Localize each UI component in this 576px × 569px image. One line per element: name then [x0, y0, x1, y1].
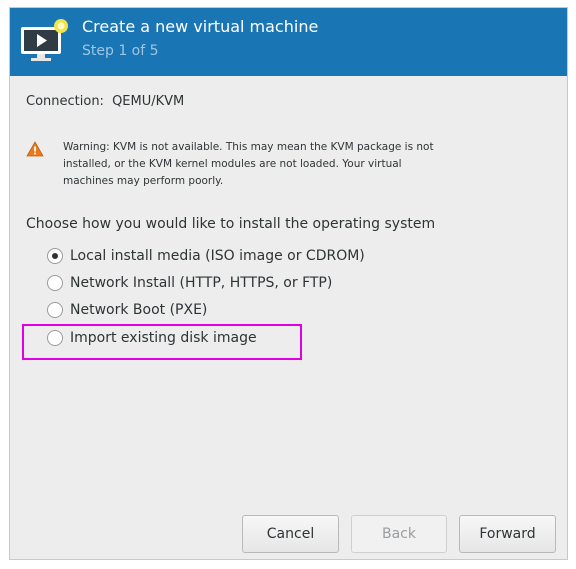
cancel-button[interactable]: Cancel [242, 515, 339, 553]
connection-value: QEMU/KVM [112, 94, 185, 109]
radio-button[interactable] [47, 302, 63, 318]
kvm-warning-text: Warning: KVM is not available. This may … [63, 141, 434, 187]
connection-row: Connection: QEMU/KVM [26, 94, 184, 109]
dialog-header: Create a new virtual machine Step 1 of 5 [10, 8, 567, 76]
dialog-title: Create a new virtual machine [82, 17, 319, 36]
virtual-machine-icon [21, 19, 68, 61]
forward-button[interactable]: Forward [459, 515, 556, 553]
radio-button[interactable] [47, 248, 63, 264]
install-method-prompt: Choose how you would like to install the… [26, 216, 436, 232]
radio-network-boot[interactable]: Network Boot (PXE) [47, 300, 207, 320]
warning-icon [26, 141, 44, 157]
new-vm-dialog: Create a new virtual machine Step 1 of 5… [9, 7, 568, 560]
radio-network-install[interactable]: Network Install (HTTP, HTTPS, or FTP) [47, 273, 332, 293]
radio-label: Local install media (ISO image or CDROM) [70, 248, 365, 264]
radio-label: Network Install (HTTP, HTTPS, or FTP) [70, 275, 333, 291]
back-button[interactable]: Back [351, 515, 447, 553]
radio-label: Network Boot (PXE) [70, 302, 208, 318]
connection-label: Connection: [26, 94, 104, 109]
step-indicator: Step 1 of 5 [82, 43, 159, 59]
highlight-box [22, 324, 302, 360]
radio-local-install-media[interactable]: Local install media (ISO image or CDROM) [47, 246, 365, 266]
radio-button[interactable] [47, 275, 63, 291]
